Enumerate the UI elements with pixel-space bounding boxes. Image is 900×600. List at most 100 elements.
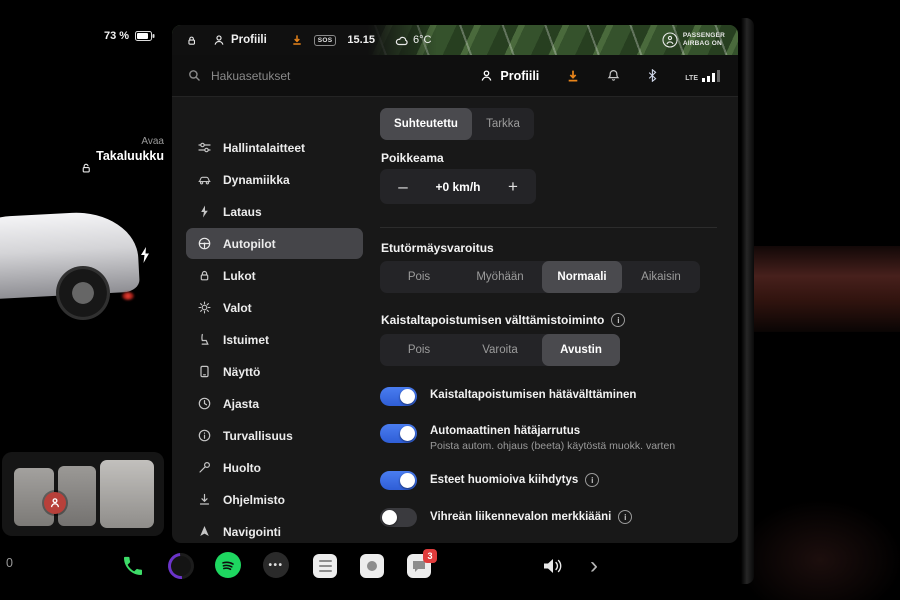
record-icon xyxy=(163,548,200,585)
emergency-lane-toggle[interactable] xyxy=(380,387,417,406)
more-apps-button[interactable]: ••• xyxy=(263,552,289,578)
battery-percent-label: 73 % xyxy=(104,30,129,42)
battery-icon xyxy=(135,31,155,41)
sidebar-item-safety[interactable]: Turvallisuus xyxy=(186,420,363,451)
passenger-airbag-badge: PASSENGER AIRBAG ON xyxy=(662,32,725,48)
sidebar-item-label: Istuimet xyxy=(223,333,269,347)
autopilot-settings-panel: Suhteutettu Tarkka Poikkeama – +0 km/h +… xyxy=(377,97,738,543)
toggle-row-green-light-chime: Vihreän liikennevalon merkkiääni i xyxy=(380,507,632,527)
volume-control[interactable] xyxy=(539,552,567,580)
segment-off[interactable]: Pois xyxy=(380,261,458,293)
green-light-chime-toggle[interactable] xyxy=(380,508,417,527)
download-icon[interactable] xyxy=(566,69,580,83)
lock-icon[interactable] xyxy=(186,35,197,46)
sos-badge: SOS xyxy=(314,35,337,46)
header-icons: Profiili LTE xyxy=(480,69,720,83)
interior-shadow xyxy=(710,480,900,600)
app-icon-2 xyxy=(360,554,384,578)
launcher-expand-button[interactable]: › xyxy=(580,552,608,580)
lane-departure-segment: Pois Varoita Avustin xyxy=(380,334,620,366)
info-icon[interactable]: i xyxy=(611,313,625,327)
charge-port-bolt-icon[interactable] xyxy=(138,246,152,264)
toggle-label: Esteet huomioiva kiihdytys xyxy=(430,474,578,486)
segment-assist[interactable]: Avustin xyxy=(542,334,620,366)
offset-minus-button[interactable]: – xyxy=(380,169,426,204)
sidebar-item-lights[interactable]: Valot xyxy=(186,292,363,323)
outside-temp-label[interactable]: 6°C xyxy=(413,34,431,46)
info-icon[interactable]: i xyxy=(585,473,599,487)
toggle-sublabel: Poista autom. ohjaus (beeta) käytöstä mu… xyxy=(430,440,675,452)
segment-precise[interactable]: Tarkka xyxy=(472,108,534,140)
network-type-label: LTE xyxy=(685,75,698,82)
car-tail-light xyxy=(122,292,134,300)
segment-off[interactable]: Pois xyxy=(380,334,458,366)
open-trunk-hint: Avaa xyxy=(52,136,164,147)
sidebar-item-dynamics[interactable]: Dynamiikka xyxy=(186,164,363,195)
airbag-line1: PASSENGER xyxy=(683,32,725,40)
spotify-app-button[interactable] xyxy=(215,552,241,578)
sidebar-item-label: Dynamiikka xyxy=(223,173,290,187)
app-button-2[interactable] xyxy=(358,552,386,580)
signal-bars-icon xyxy=(702,70,720,82)
segment-warn[interactable]: Varoita xyxy=(458,334,542,366)
bluetooth-icon[interactable] xyxy=(647,69,658,82)
app-button-1[interactable] xyxy=(311,552,339,580)
sidebar-item-navigation[interactable]: Navigointi xyxy=(186,516,363,543)
status-profile-label[interactable]: Profiili xyxy=(231,34,267,46)
bell-icon[interactable] xyxy=(607,69,620,82)
toggle-label: Automaattinen hätäjarrutus xyxy=(430,425,580,437)
occupant-icon xyxy=(49,497,61,509)
airbag-icon xyxy=(662,32,678,48)
search-placeholder: Hakuasetukset xyxy=(211,69,290,83)
obstacle-accel-toggle[interactable] xyxy=(380,471,417,490)
phone-app-button[interactable] xyxy=(119,552,147,580)
lights-icon xyxy=(198,301,211,314)
open-trunk-button[interactable]: Avaa Takaluukku xyxy=(52,136,164,163)
software-icon xyxy=(198,493,211,506)
sidebar-item-software[interactable]: Ohjelmisto xyxy=(186,484,363,515)
sidebar-item-service[interactable]: Huolto xyxy=(186,452,363,483)
search-input[interactable]: Hakuasetukset Profiili xyxy=(172,55,738,97)
dynamics-icon xyxy=(198,173,211,186)
aeb-toggle[interactable] xyxy=(380,424,417,443)
display-icon xyxy=(198,365,211,378)
sidebar-item-seats[interactable]: Istuimet xyxy=(186,324,363,355)
sidebar-item-label: Turvallisuus xyxy=(223,429,293,443)
cloud-icon xyxy=(395,35,409,46)
sidebar-item-display[interactable]: Näyttö xyxy=(186,356,363,387)
rear-seat-right[interactable] xyxy=(100,460,154,528)
sidebar-item-charging[interactable]: Lataus xyxy=(186,196,363,227)
offset-plus-button[interactable]: + xyxy=(490,169,536,204)
messages-icon: 3 xyxy=(407,554,431,578)
info-icon[interactable]: i xyxy=(618,510,632,524)
driver-temp-fragment[interactable]: 0 xyxy=(6,556,13,570)
profile-menu-button[interactable]: Profiili xyxy=(480,69,539,83)
profile-icon[interactable] xyxy=(213,34,225,46)
toggle-label: Kaistaltapoistumisen hätävälttäminen xyxy=(430,389,636,401)
dashboard-trim xyxy=(750,246,900,332)
sidebar-item-schedule[interactable]: Ajasta xyxy=(186,388,363,419)
open-trunk-label: Takaluukku xyxy=(52,149,164,163)
toggle-label: Vihreän liikennevalon merkkiääni xyxy=(430,511,611,523)
phone-icon xyxy=(121,554,145,578)
network-indicator[interactable]: LTE xyxy=(685,70,720,82)
sidebar-item-label: Navigointi xyxy=(223,525,281,539)
sidebar-item-controls[interactable]: Hallintalaitteet xyxy=(186,132,363,163)
segment-late[interactable]: Myöhään xyxy=(458,261,542,293)
sidebar-item-locks[interactable]: Lukot xyxy=(186,260,363,291)
offset-label: Poikkeama xyxy=(381,151,444,165)
download-icon[interactable] xyxy=(291,34,303,46)
fcw-segment: Pois Myöhään Normaali Aikaisin xyxy=(380,261,700,293)
sidebar-item-autopilot[interactable]: Autopilot xyxy=(186,228,363,259)
segment-chill[interactable]: Suhteutettu xyxy=(380,108,472,140)
segment-normal[interactable]: Normaali xyxy=(542,261,622,293)
sidebar-item-label: Autopilot xyxy=(223,237,276,251)
navigation-icon xyxy=(198,525,211,538)
segment-early[interactable]: Aikaisin xyxy=(622,261,700,293)
toggle-row-obstacle-accel: Esteet huomioiva kiihdytys i xyxy=(380,470,599,490)
sidebar-item-label: Huolto xyxy=(223,461,261,475)
seats-icon xyxy=(198,333,211,346)
messages-app-button[interactable]: 3 xyxy=(405,552,433,580)
record-app-button[interactable] xyxy=(167,552,195,580)
unlocked-icon[interactable] xyxy=(80,162,92,174)
